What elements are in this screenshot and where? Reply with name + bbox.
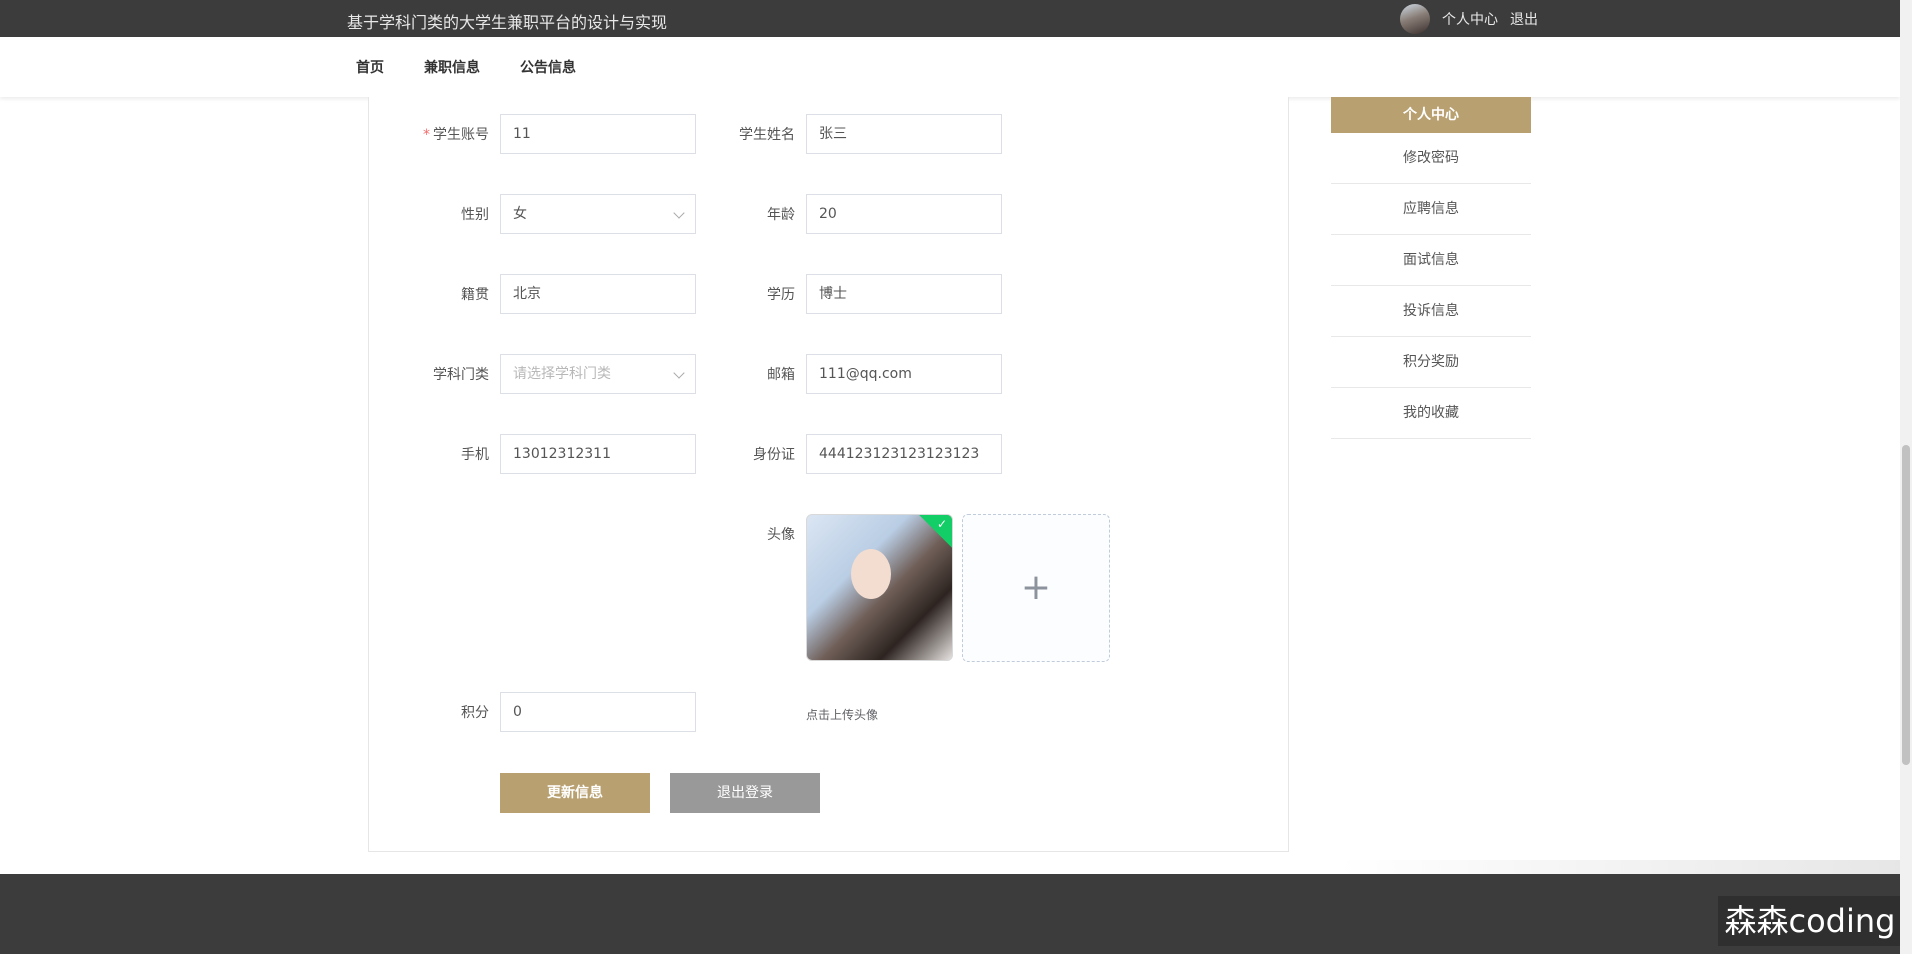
check-icon: ✓: [936, 517, 947, 531]
avatar-face: [851, 549, 891, 599]
upload-hint: 点击上传头像: [806, 708, 879, 722]
student-name-input[interactable]: 张三: [806, 114, 1002, 154]
personal-center-link[interactable]: 个人中心: [1442, 9, 1498, 29]
scrollbar[interactable]: [1900, 0, 1912, 954]
logout-link[interactable]: 退出: [1510, 9, 1538, 29]
sidebar-item-favorites[interactable]: 我的收藏: [1331, 388, 1531, 439]
footer: [0, 874, 1912, 954]
points-input[interactable]: 0: [500, 692, 696, 732]
education-label: 学历: [767, 287, 795, 303]
gender-label: 性别: [461, 207, 489, 223]
id-card-input[interactable]: 444123123123123123: [806, 434, 1002, 474]
top-bar: 基于学科门类的大学生兼职平台的设计与实现 个人中心 退出: [0, 0, 1900, 37]
student-account-label: * 学生账号: [423, 127, 489, 143]
chevron-down-icon: [673, 207, 685, 219]
age-input[interactable]: 20: [806, 194, 1002, 234]
points-label: 积分: [461, 705, 489, 721]
nav-bar: 首页 兼职信息 公告信息: [0, 37, 1900, 97]
user-area: 个人中心 退出: [1400, 4, 1538, 34]
gender-select[interactable]: 女: [500, 194, 696, 234]
discipline-select[interactable]: 请选择学科门类: [500, 354, 696, 394]
nav-item-home[interactable]: 首页: [356, 57, 384, 77]
id-card-label: 身份证: [753, 447, 795, 463]
hometown-label: 籍贯: [461, 287, 489, 303]
phone-label: 手机: [461, 447, 489, 463]
nav-item-notices[interactable]: 公告信息: [520, 57, 576, 77]
upload-success-badge: [917, 515, 952, 549]
sidebar-item-interviews[interactable]: 面试信息: [1331, 235, 1531, 286]
sidebar-item-change-password[interactable]: 修改密码: [1331, 133, 1531, 184]
sidebar: 个人中心 修改密码 应聘信息 面试信息 投诉信息 积分奖励 我的收藏: [1331, 97, 1531, 439]
chevron-down-icon: [673, 367, 685, 379]
scrollbar-thumb[interactable]: [1902, 445, 1910, 765]
sidebar-title: 个人中心: [1331, 97, 1531, 133]
sidebar-item-complaints[interactable]: 投诉信息: [1331, 286, 1531, 337]
logout-account-button[interactable]: 退出登录: [670, 773, 820, 813]
student-name-label: 学生姓名: [739, 127, 795, 143]
update-info-button[interactable]: 更新信息: [500, 773, 650, 813]
site-title: 基于学科门类的大学生兼职平台的设计与实现: [347, 13, 668, 32]
watermark: 森森coding: [1718, 896, 1902, 946]
email-label: 邮箱: [767, 367, 795, 383]
plus-icon: +: [1020, 567, 1052, 608]
sidebar-item-points-rewards[interactable]: 积分奖励: [1331, 337, 1531, 388]
gender-value: 女: [513, 206, 527, 222]
discipline-placeholder: 请选择学科门类: [513, 366, 611, 382]
avatar-label: 头像: [767, 527, 795, 543]
age-label: 年龄: [767, 207, 795, 223]
student-account-input[interactable]: 11: [500, 114, 696, 154]
education-input[interactable]: 博士: [806, 274, 1002, 314]
sidebar-item-applications[interactable]: 应聘信息: [1331, 184, 1531, 235]
user-avatar[interactable]: [1400, 4, 1430, 34]
phone-input[interactable]: 13012312311: [500, 434, 696, 474]
email-input[interactable]: 111@qq.com: [806, 354, 1002, 394]
avatar-image[interactable]: ✓: [806, 514, 953, 661]
avatar-upload-button[interactable]: +: [962, 514, 1110, 662]
nav-item-jobs[interactable]: 兼职信息: [424, 57, 480, 77]
discipline-label: 学科门类: [433, 367, 489, 383]
hometown-input[interactable]: 北京: [500, 274, 696, 314]
